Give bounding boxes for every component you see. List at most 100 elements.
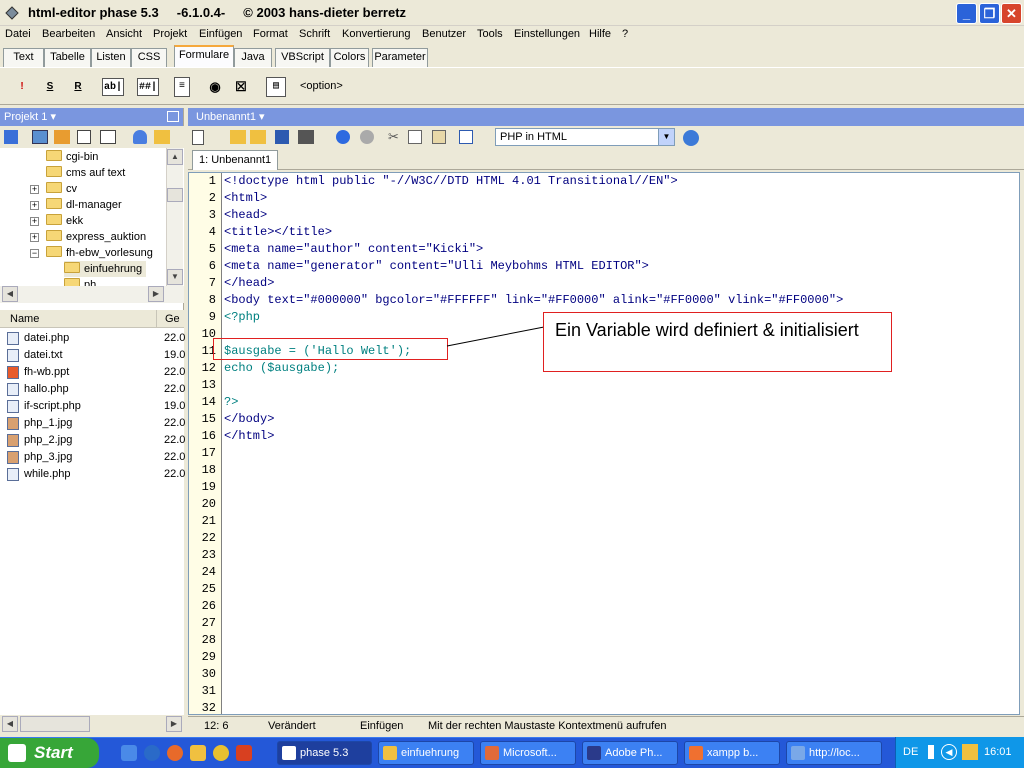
copy-icon[interactable] xyxy=(408,130,422,144)
editor-header[interactable]: Unbenannt1 ▾ xyxy=(188,108,1024,126)
file-list-hscrollbar[interactable]: ◀ ▶ xyxy=(0,715,184,733)
undo-icon[interactable] xyxy=(336,130,350,144)
tab-java[interactable]: Java xyxy=(234,48,272,67)
password-field-icon[interactable]: ##| xyxy=(137,78,159,96)
file-item[interactable]: if-script.php 19.0 xyxy=(0,398,185,415)
select-list-icon[interactable]: ▤ xyxy=(266,77,286,97)
open-recent-icon[interactable] xyxy=(250,130,266,144)
internet-explorer-icon[interactable] xyxy=(144,745,160,761)
menu-konvertierung[interactable]: Konvertierung xyxy=(342,28,411,40)
column-date[interactable]: Ge xyxy=(165,313,180,325)
code-line[interactable]: <meta name="generator" content="Ulli Mey… xyxy=(224,258,649,275)
cut-icon[interactable]: ✂ xyxy=(388,130,400,144)
tab-parameter[interactable]: Parameter xyxy=(372,48,428,67)
tree-scrollbar[interactable]: ▲ ▼ xyxy=(166,148,183,286)
tree-view-icon[interactable] xyxy=(4,130,18,144)
file-item[interactable]: php_2.jpg 22.0 xyxy=(0,432,185,449)
tree-item-cgi-bin[interactable]: cgi-bin xyxy=(46,149,98,165)
file-item[interactable]: php_3.jpg 22.0 xyxy=(0,449,185,466)
language-indicator[interactable]: DE xyxy=(903,746,918,758)
paste-icon[interactable] xyxy=(432,130,446,144)
chevron-left-icon[interactable]: ◀ xyxy=(941,744,957,760)
column-divider[interactable] xyxy=(156,310,157,328)
tree-item-express-auktion[interactable]: express_auktion xyxy=(46,229,146,245)
taskbar-button-phase[interactable]: phase 5.3 xyxy=(277,741,372,765)
code-line[interactable]: </html> xyxy=(224,428,274,445)
tree-item-fh-ebw-vorlesung[interactable]: fh-ebw_vorlesung xyxy=(46,245,153,261)
open-file-icon[interactable] xyxy=(230,130,246,144)
scroll-down-icon[interactable]: ▼ xyxy=(167,269,183,285)
option-tag-button[interactable]: <option> xyxy=(300,80,343,92)
code-line[interactable]: <body text="#000000" bgcolor="#FFFFFF" l… xyxy=(224,292,843,309)
code-line[interactable]: </body> xyxy=(224,411,274,428)
save-icon[interactable] xyxy=(275,130,289,144)
file-item[interactable]: while.php 22.0 xyxy=(0,466,185,483)
scroll-left-icon[interactable]: ◀ xyxy=(2,716,18,732)
code-editor[interactable]: 1 2 3 4 5 6 7 8 9 10 11 12 13 14 15 16 17 18 19 20 21 22 23 24 2… xyxy=(188,172,1020,715)
code-line[interactable]: <meta name="author" content="Kicki"> xyxy=(224,241,483,258)
taskbar-button-adobe[interactable]: Adobe Ph... xyxy=(582,741,678,765)
code-line[interactable]: <head> xyxy=(224,207,267,224)
file-item[interactable]: fh-wb.ppt 22.0 xyxy=(0,364,185,381)
checkbox-icon[interactable]: ☒ xyxy=(233,78,249,96)
tree-hscrollbar[interactable]: ◀ ▶ xyxy=(0,286,184,303)
menu-schrift[interactable]: Schrift xyxy=(299,28,330,40)
tab-vbscript[interactable]: VBScript xyxy=(275,48,330,67)
tab-unbenannt1[interactable]: 1: Unbenannt1 xyxy=(192,150,279,170)
code-line[interactable]: ?> xyxy=(224,394,238,411)
code-line[interactable]: echo ($ausgabe); xyxy=(224,360,339,377)
text-field-icon[interactable]: ab| xyxy=(102,78,124,96)
radio-button-icon[interactable]: ◉ xyxy=(207,78,223,96)
project-panel-header[interactable]: Projekt 1 ▾ xyxy=(0,108,183,126)
folder-add-icon[interactable] xyxy=(54,130,70,144)
expand-icon[interactable]: + xyxy=(30,185,39,194)
close-icon[interactable]: ✕ xyxy=(1001,3,1022,24)
tray-pencil-icon[interactable] xyxy=(962,744,978,760)
taskbar-button-microsoft[interactable]: Microsoft... xyxy=(480,741,576,765)
menu-hilfe[interactable]: Hilfe xyxy=(589,28,611,40)
scroll-up-icon[interactable]: ▲ xyxy=(167,149,183,165)
chevron-down-icon[interactable]: ▼ xyxy=(658,129,674,145)
expand-icon[interactable]: + xyxy=(30,201,39,210)
scroll-thumb[interactable] xyxy=(20,716,90,732)
submit-button-icon[interactable]: S xyxy=(40,78,60,96)
file-item[interactable]: php_1.jpg 22.0 xyxy=(0,415,185,432)
favorite-icon[interactable] xyxy=(133,130,147,144)
editor-quicklaunch-icon[interactable] xyxy=(236,745,252,761)
document-list-icon[interactable] xyxy=(77,130,91,144)
code-line[interactable]: <!doctype html public "-//W3C//DTD HTML … xyxy=(224,173,678,190)
menu-help-question[interactable]: ? xyxy=(622,28,628,40)
taskbar-button-browser[interactable]: http://loc... xyxy=(786,741,882,765)
reset-button-icon[interactable]: R xyxy=(68,78,88,96)
print-icon[interactable] xyxy=(298,130,314,144)
expand-icon[interactable]: + xyxy=(30,233,39,242)
start-button[interactable]: Start xyxy=(0,738,99,768)
menu-bearbeiten[interactable]: Bearbeiten xyxy=(42,28,95,40)
scroll-thumb[interactable] xyxy=(167,188,183,202)
file-item[interactable]: datei.php 22.0 xyxy=(0,330,185,347)
menu-einfuegen[interactable]: Einfügen xyxy=(199,28,242,40)
minimize-icon[interactable]: _ xyxy=(956,3,977,24)
form-insert-icon[interactable]: ! xyxy=(11,78,33,96)
document-arrow-icon[interactable] xyxy=(100,130,116,144)
textarea-icon[interactable]: ≡ xyxy=(174,77,190,97)
code-line[interactable]: <title></title> xyxy=(224,224,332,241)
firefox-icon[interactable] xyxy=(167,745,183,761)
menu-einstellungen[interactable]: Einstellungen xyxy=(514,28,580,40)
pencil-icon[interactable] xyxy=(190,745,206,761)
redo-icon[interactable] xyxy=(360,130,374,144)
menu-tools[interactable]: Tools xyxy=(477,28,503,40)
menu-benutzer[interactable]: Benutzer xyxy=(422,28,466,40)
checklist-icon[interactable] xyxy=(459,130,473,144)
expand-icon[interactable]: + xyxy=(30,217,39,226)
language-mode-select[interactable]: PHP in HTML ▼ xyxy=(495,128,675,146)
tree-item-cv[interactable]: cv xyxy=(46,181,77,197)
new-file-icon[interactable] xyxy=(192,130,204,145)
tree-item-cms-auf-text[interactable]: cms auf text xyxy=(46,165,125,181)
tab-css[interactable]: CSS xyxy=(131,48,167,67)
tray-network-icon[interactable] xyxy=(928,745,934,759)
menu-datei[interactable]: Datei xyxy=(5,28,31,40)
menu-projekt[interactable]: Projekt xyxy=(153,28,187,40)
collapse-icon[interactable]: − xyxy=(30,249,39,258)
show-desktop-icon[interactable] xyxy=(121,745,137,761)
